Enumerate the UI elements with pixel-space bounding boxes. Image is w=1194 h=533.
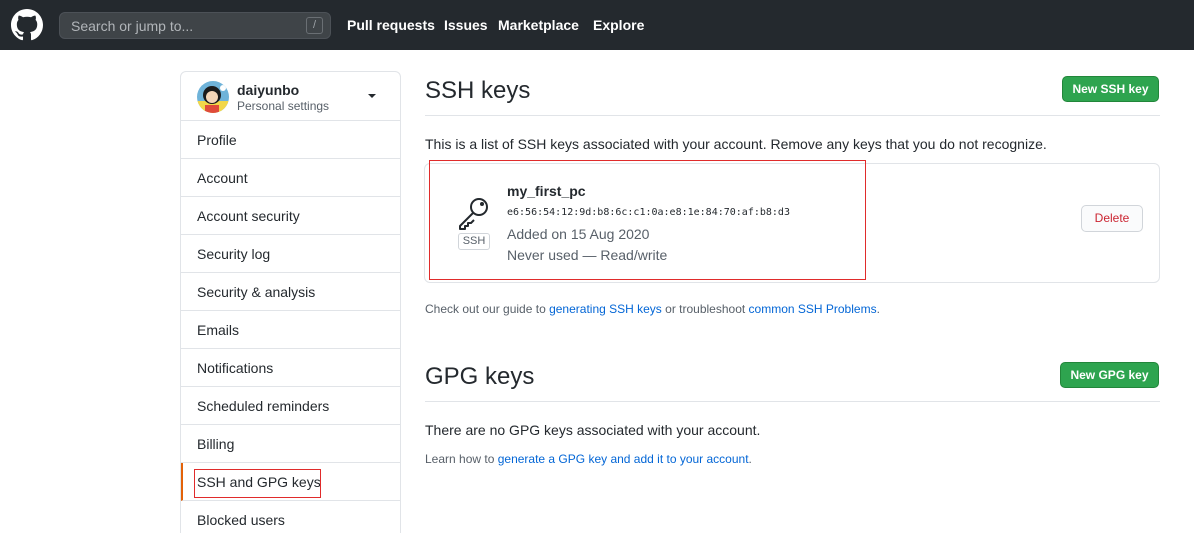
common-ssh-problems-link[interactable]: common SSH Problems (749, 302, 877, 316)
account-switcher[interactable]: daiyunbo Personal settings (181, 72, 400, 121)
generate-gpg-key-link[interactable]: generate a GPG key and add it to your ac… (498, 452, 749, 466)
sidebar-item-billing[interactable]: Billing (181, 425, 400, 463)
search-placeholder: Search or jump to... (71, 18, 194, 34)
ssh-keys-heading: SSH keys (425, 77, 531, 104)
ssh-description: This is a list of SSH keys associated wi… (425, 136, 1047, 152)
avatar (197, 81, 229, 113)
search-shortcut-key: / (306, 17, 323, 34)
gpg-empty-text: There are no GPG keys associated with yo… (425, 422, 761, 438)
sidebar-item-scheduled-reminders[interactable]: Scheduled reminders (181, 387, 400, 425)
nav-explore[interactable]: Explore (593, 17, 644, 33)
sidebar-item-emails[interactable]: Emails (181, 311, 400, 349)
divider (425, 115, 1160, 116)
caret-down-icon[interactable] (368, 94, 376, 98)
personal-settings-label: Personal settings (237, 99, 330, 113)
new-gpg-key-button[interactable]: New GPG key (1060, 362, 1159, 388)
generating-ssh-keys-link[interactable]: generating SSH keys (549, 302, 662, 316)
delete-ssh-key-button[interactable]: Delete (1081, 205, 1143, 232)
annotation-highlight-box (194, 469, 321, 498)
gpg-learn-text: Learn how to generate a GPG key and add … (425, 452, 752, 466)
sidebar-item-profile[interactable]: Profile (181, 121, 400, 159)
sidebar-item-account-security[interactable]: Account security (181, 197, 400, 235)
sidebar-item-blocked-users[interactable]: Blocked users (181, 501, 400, 533)
username: daiyunbo (237, 82, 300, 98)
sidebar-item-notifications[interactable]: Notifications (181, 349, 400, 387)
gpg-keys-heading: GPG keys (425, 363, 535, 390)
top-header: Search or jump to... / Pull requests Iss… (0, 0, 1194, 50)
nav-marketplace[interactable]: Marketplace (498, 17, 579, 33)
ssh-guide-text: Check out our guide to generating SSH ke… (425, 302, 880, 316)
sidebar-item-account[interactable]: Account (181, 159, 400, 197)
divider (425, 401, 1160, 402)
annotation-highlight-box (429, 160, 866, 280)
search-input[interactable]: Search or jump to... / (59, 12, 331, 39)
new-ssh-key-button[interactable]: New SSH key (1062, 76, 1159, 102)
nav-issues[interactable]: Issues (444, 17, 488, 33)
github-logo-icon[interactable] (11, 9, 43, 41)
settings-sidebar: daiyunbo Personal settings Profile Accou… (180, 71, 401, 533)
sidebar-item-security-analysis[interactable]: Security & analysis (181, 273, 400, 311)
sidebar-item-security-log[interactable]: Security log (181, 235, 400, 273)
nav-pull-requests[interactable]: Pull requests (347, 17, 435, 33)
